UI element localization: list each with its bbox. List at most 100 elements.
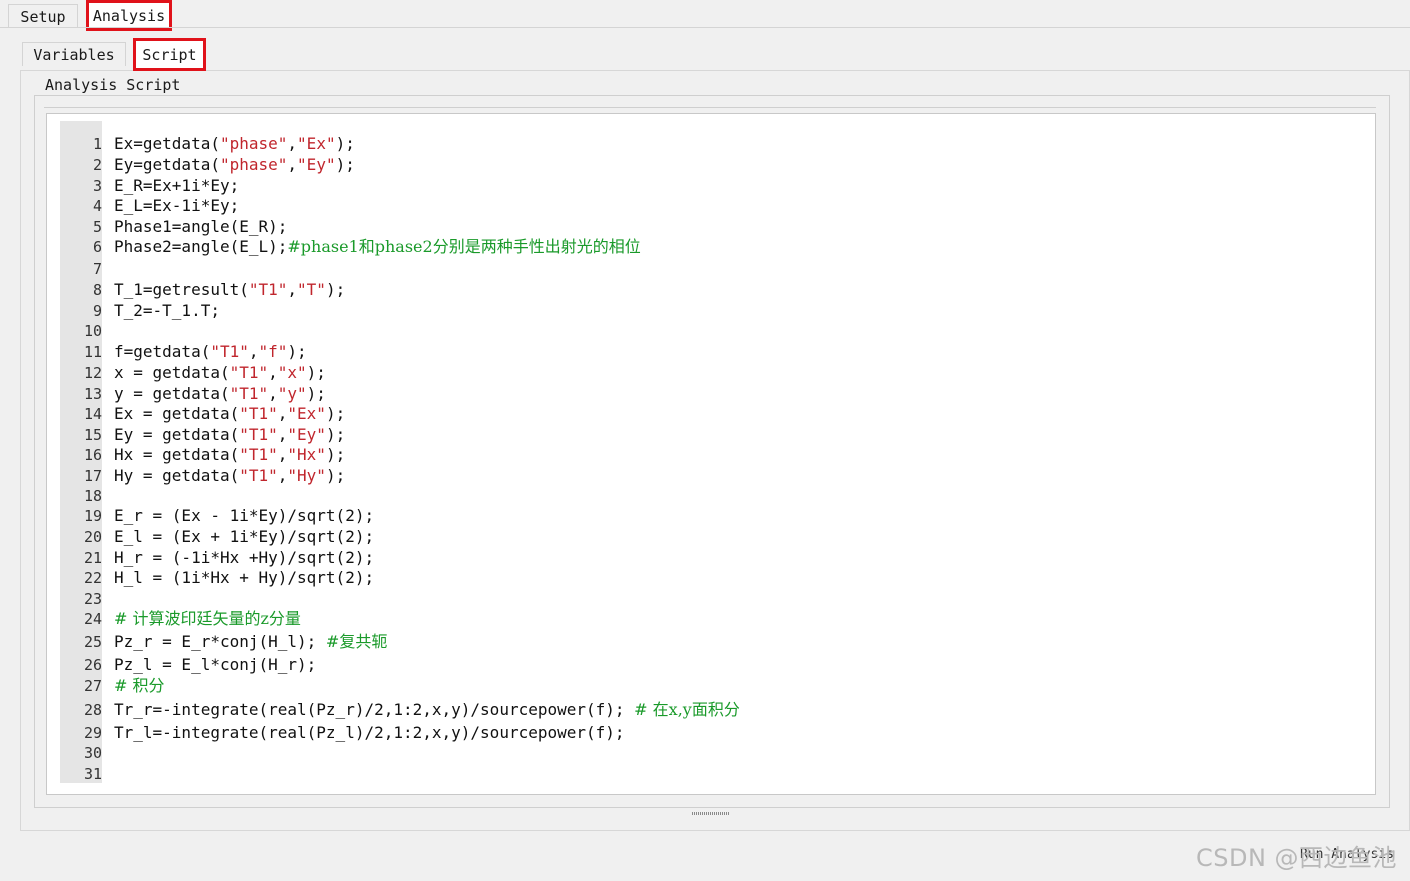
code-token: x = getdata( [114, 363, 230, 382]
code-token: , [277, 466, 288, 485]
code-token: Hx = getdata( [114, 445, 240, 464]
code-token: ); [325, 280, 346, 299]
code-token: Phase2=angle(E_L); [114, 237, 288, 256]
line-number: 31 [83, 765, 102, 783]
code-text: Phase1=angle(E_R); [114, 217, 287, 237]
code-token: y = getdata( [114, 384, 230, 403]
code-token: ); [325, 425, 346, 444]
line-number: 28 [83, 701, 102, 719]
code-text: H_l = (1i*Hx + Hy)/sqrt(2); [114, 568, 374, 588]
group-title: Analysis Script [40, 76, 186, 94]
string-literal: "Hy" [287, 466, 326, 485]
code-token: , [277, 445, 288, 464]
code-text: Hx = getdata("T1","Hx"); [114, 445, 345, 465]
code-text: # 计算波印廷矢量的z分量 [114, 609, 301, 629]
code-token: Pz_l = E_l*conj(H_r); [114, 655, 317, 674]
code-token: ); [306, 363, 326, 382]
line-number: 17 [83, 467, 102, 485]
group-divider [44, 107, 1376, 108]
code-text: H_r = (-1i*Hx +Hy)/sqrt(2); [114, 548, 374, 568]
code-line: 9 T_2=-T_1.T; [60, 301, 1363, 321]
code-token: E_R=Ex+1i*Ey; [114, 176, 240, 195]
code-token: ); [325, 404, 346, 423]
string-literal: "y" [277, 384, 307, 403]
line-number: 27 [83, 677, 102, 695]
line-number: 9 [92, 302, 102, 320]
code-token: Hy = getdata( [114, 466, 240, 485]
code-line: 15 Ey = getdata("T1","Ey"); [60, 425, 1363, 445]
comment: #phase1和phase2分别是两种手性出射光的相位 [287, 237, 641, 256]
line-number: 4 [92, 197, 102, 215]
string-literal: "T1" [248, 280, 288, 299]
code-line: 22 H_l = (1i*Hx + Hy)/sqrt(2); [60, 568, 1363, 588]
code-text: E_R=Ex+1i*Ey; [114, 176, 239, 196]
line-number: 3 [92, 177, 102, 195]
tab-script[interactable]: Script [133, 38, 206, 71]
string-literal: "Ey" [287, 425, 326, 444]
tab-divider [0, 27, 1410, 28]
line-number: 30 [83, 744, 102, 762]
string-literal: "f" [258, 342, 288, 361]
code-line: 21 H_r = (-1i*Hx +Hy)/sqrt(2); [60, 548, 1363, 568]
code-line: 6 Phase2=angle(E_L);#phase1和phase2分别是两种手性… [60, 237, 1363, 257]
code-line: 24 # 计算波印廷矢量的z分量 [60, 609, 1363, 629]
code-text: Phase2=angle(E_L);#phase1和phase2分别是两种手性出… [114, 237, 641, 257]
string-literal: "T1" [210, 342, 249, 361]
line-number: 18 [83, 487, 102, 505]
code-token: ); [325, 445, 346, 464]
code-line: 31 [60, 764, 1363, 784]
code-token: E_r = (Ex - 1i*Ey)/sqrt(2); [114, 506, 375, 525]
code-token: ); [287, 342, 307, 361]
code-line: 12 x = getdata("T1","x"); [60, 363, 1363, 383]
code-text: Pz_l = E_l*conj(H_r); [114, 655, 316, 675]
code-token: ); [335, 155, 355, 174]
code-line: 4 E_L=Ex-1i*Ey; [60, 196, 1363, 216]
line-number: 16 [83, 446, 102, 464]
comment: # 积分 [114, 676, 165, 695]
code-area[interactable]: 1 Ex=getdata("phase","Ex"); 2 Ey=getdata("p… [60, 121, 1363, 783]
line-number: 15 [83, 426, 102, 444]
code-token: T_1=getresult( [114, 280, 249, 299]
comment: # 计算波印廷矢量的z分量 [114, 609, 301, 628]
code-token: H_r = (-1i*Hx +Hy)/sqrt(2); [114, 548, 375, 567]
code-token: , [268, 384, 278, 403]
line-number: 13 [83, 385, 102, 403]
code-token: E_l = (Ex + 1i*Ey)/sqrt(2); [114, 527, 375, 546]
comment: #复共轭 [325, 632, 388, 651]
code-text: y = getdata("T1","y"); [114, 384, 326, 404]
comment: # 在x,y面积分 [634, 700, 740, 719]
line-number: 10 [83, 322, 102, 340]
code-line: 23 [60, 589, 1363, 609]
code-line: 13 y = getdata("T1","y"); [60, 384, 1363, 404]
code-token: ); [325, 466, 346, 485]
code-line: 30 [60, 743, 1363, 763]
tab-setup[interactable]: Setup [8, 4, 78, 28]
code-text: Tr_l=-integrate(real(Pz_l)/2,1:2,x,y)/so… [114, 723, 625, 743]
line-number: 25 [83, 633, 102, 651]
code-line: 17 Hy = getdata("T1","Hy"); [60, 466, 1363, 486]
code-text: T_2=-T_1.T; [114, 301, 220, 321]
code-text: Ex = getdata("T1","Ex"); [114, 404, 345, 424]
line-number: 2 [92, 156, 102, 174]
code-line: 14 Ex = getdata("T1","Ex"); [60, 404, 1363, 424]
code-line: 19 E_r = (Ex - 1i*Ey)/sqrt(2); [60, 506, 1363, 526]
resize-grip[interactable] [692, 812, 730, 815]
string-literal: "Ex" [297, 134, 336, 153]
code-text: Tr_r=-integrate(real(Pz_r)/2,1:2,x,y)/so… [114, 700, 740, 720]
code-token: , [287, 155, 298, 174]
tab-variables[interactable]: Variables [22, 42, 126, 66]
code-token: Tr_r=-integrate(real(Pz_r)/2,1:2,x,y)/so… [114, 700, 635, 719]
line-number: 1 [92, 135, 102, 153]
code-token: , [287, 134, 298, 153]
code-text: Pz_r = E_r*conj(H_l); #复共轭 [114, 632, 387, 652]
watermark: CSDN @西边鱼池 [1196, 844, 1398, 872]
code-line: 5 Phase1=angle(E_R); [60, 217, 1363, 237]
code-text: E_r = (Ex - 1i*Ey)/sqrt(2); [114, 506, 374, 526]
string-literal: "T1" [229, 363, 269, 382]
code-line: 2 Ey=getdata("phase","Ey"); [60, 155, 1363, 175]
code-token: T_2=-T_1.T; [114, 301, 220, 320]
string-literal: "T1" [229, 384, 269, 403]
code-token: Ex = getdata( [114, 404, 240, 423]
code-text: E_l = (Ex + 1i*Ey)/sqrt(2); [114, 527, 374, 547]
code-line: 28 Tr_r=-integrate(real(Pz_r)/2,1:2,x,y)/… [60, 700, 1363, 720]
